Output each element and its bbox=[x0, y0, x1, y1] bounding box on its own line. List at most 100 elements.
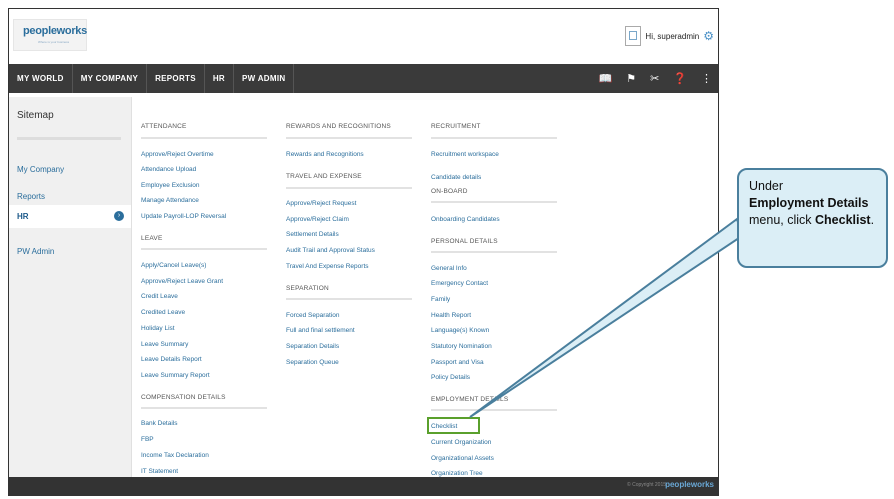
company-logo[interactable]: peopleworks Where is your business bbox=[13, 19, 87, 51]
link-health-report[interactable]: Health Report bbox=[431, 312, 471, 319]
link-apply-cancel-leave[interactable]: Apply/Cancel Leave(s) bbox=[141, 262, 206, 269]
flag-icon[interactable]: ⚑ bbox=[626, 72, 636, 85]
link-passport-and-visa[interactable]: Passport and Visa bbox=[431, 359, 484, 366]
divider bbox=[431, 137, 557, 139]
link-credit-leave[interactable]: Credit Leave bbox=[141, 293, 178, 300]
section-head-rewards: REWARDS AND RECOGNITIONS bbox=[286, 123, 391, 130]
divider bbox=[431, 409, 557, 411]
sidebar-divider bbox=[17, 137, 121, 140]
link-separation-details[interactable]: Separation Details bbox=[286, 343, 339, 350]
link-general-info[interactable]: General Info bbox=[431, 265, 467, 272]
link-current-organization[interactable]: Current Organization bbox=[431, 439, 491, 446]
link-family[interactable]: Family bbox=[431, 296, 450, 303]
sidebar-item-label: HR bbox=[17, 212, 29, 221]
divider bbox=[141, 137, 267, 139]
footer-logo: peopleworks bbox=[665, 480, 714, 489]
link-fbp[interactable]: FBP bbox=[141, 436, 154, 443]
section-head-attendance: ATTENDANCE bbox=[141, 123, 187, 130]
link-holiday-list[interactable]: Holiday List bbox=[141, 325, 175, 332]
divider bbox=[286, 187, 412, 189]
link-rewards-and-recognitions[interactable]: Rewards and Recognitions bbox=[286, 151, 364, 158]
link-separation-queue[interactable]: Separation Queue bbox=[286, 359, 339, 366]
sitemap-sidebar: Sitemap My Company Reports HR › PW Admin bbox=[9, 97, 132, 495]
nav-reports[interactable]: REPORTS bbox=[147, 64, 205, 93]
section-head-separation: SEPARATION bbox=[286, 285, 329, 292]
link-bank-details[interactable]: Bank Details bbox=[141, 420, 178, 427]
link-languages-known[interactable]: Language(s) Known bbox=[431, 327, 489, 334]
sidebar-item-pw-admin[interactable]: PW Admin bbox=[17, 247, 54, 256]
divider bbox=[141, 248, 267, 250]
link-manage-attendance[interactable]: Manage Attendance bbox=[141, 197, 199, 204]
callout-bold-1: Employment Details bbox=[749, 196, 869, 210]
callout-bold-2: Checklist bbox=[815, 213, 871, 227]
link-recruitment-workspace[interactable]: Recruitment workspace bbox=[431, 151, 499, 158]
app-window: peopleworks Where is your business Hi, s… bbox=[8, 8, 719, 496]
section-head-personal: PERSONAL DETAILS bbox=[431, 238, 498, 245]
divider bbox=[141, 407, 267, 409]
link-employee-exclusion[interactable]: Employee Exclusion bbox=[141, 182, 200, 189]
link-travel-expense-reports[interactable]: Travel And Expense Reports bbox=[286, 263, 369, 270]
copyright: © Copyright 2015 bbox=[627, 482, 666, 488]
sidebar-item-hr[interactable]: HR › bbox=[9, 205, 131, 228]
link-settlement-details[interactable]: Settlement Details bbox=[286, 231, 339, 238]
link-audit-trail[interactable]: Audit Trail and Approval Status bbox=[286, 247, 375, 254]
checklist-highlight bbox=[427, 417, 480, 434]
link-leave-summary-report[interactable]: Leave Summary Report bbox=[141, 372, 210, 379]
link-statutory-nomination[interactable]: Statutory Nomination bbox=[431, 343, 492, 350]
callout-text-1: Under bbox=[749, 179, 784, 193]
link-leave-details-report[interactable]: Leave Details Report bbox=[141, 356, 202, 363]
link-approve-reject-overtime[interactable]: Approve/Reject Overtime bbox=[141, 151, 214, 158]
footer: © Copyright 2015 peopleworks bbox=[9, 477, 718, 495]
link-emergency-contact[interactable]: Emergency Contact bbox=[431, 280, 488, 287]
section-head-travel: TRAVEL AND EXPENSE bbox=[286, 173, 362, 180]
chevron-right-icon: › bbox=[114, 211, 124, 221]
section-head-employment: EMPLOYMENT DETAILS bbox=[431, 396, 509, 403]
book-icon[interactable]: 📖 bbox=[599, 72, 613, 85]
sidebar-title: Sitemap bbox=[17, 110, 54, 121]
section-head-leave: LEAVE bbox=[141, 235, 163, 242]
main-nav: MY WORLD MY COMPANY REPORTS HR PW ADMIN … bbox=[9, 64, 718, 93]
callout-text-2: menu, click bbox=[749, 213, 812, 227]
link-organizational-assets[interactable]: Organizational Assets bbox=[431, 455, 494, 462]
avatar[interactable] bbox=[625, 26, 642, 46]
help-icon[interactable]: ❓ bbox=[673, 72, 687, 85]
nav-icons: 📖 ⚑ ✂ ❓ ⋮ bbox=[599, 64, 713, 93]
logo-text: peopleworks bbox=[23, 25, 87, 37]
divider bbox=[431, 251, 557, 253]
nav-pw-admin[interactable]: PW ADMIN bbox=[234, 64, 295, 93]
link-credited-leave[interactable]: Credited Leave bbox=[141, 309, 185, 316]
section-head-recruitment: RECRUITMENT bbox=[431, 123, 481, 130]
top-header: peopleworks Where is your business Hi, s… bbox=[9, 9, 718, 65]
link-leave-summary[interactable]: Leave Summary bbox=[141, 341, 188, 348]
link-approve-reject-request[interactable]: Approve/Reject Request bbox=[286, 200, 356, 207]
link-attendance-upload[interactable]: Attendance Upload bbox=[141, 166, 196, 173]
link-candidate-details[interactable]: Candidate details bbox=[431, 174, 481, 181]
nav-my-world[interactable]: MY WORLD bbox=[9, 64, 73, 93]
gear-icon[interactable]: ⚙ bbox=[703, 29, 714, 43]
nav-my-company[interactable]: MY COMPANY bbox=[73, 64, 148, 93]
link-approve-leave-grant[interactable]: Approve/Reject Leave Grant bbox=[141, 278, 223, 285]
link-organization-tree[interactable]: Organization Tree bbox=[431, 470, 483, 477]
link-policy-details[interactable]: Policy Details bbox=[431, 374, 470, 381]
sidebar-item-my-company[interactable]: My Company bbox=[17, 165, 64, 174]
link-income-tax-declaration[interactable]: Income Tax Declaration bbox=[141, 452, 209, 459]
link-full-final-settlement[interactable]: Full and final settlement bbox=[286, 327, 355, 334]
instruction-callout: Under Employment Details menu, click Che… bbox=[737, 168, 888, 268]
divider bbox=[286, 137, 412, 139]
greeting: Hi, superadmin bbox=[645, 31, 700, 41]
link-forced-separation[interactable]: Forced Separation bbox=[286, 312, 339, 319]
divider bbox=[286, 298, 412, 300]
nav-hr[interactable]: HR bbox=[205, 64, 235, 93]
user-area: Hi, superadmin ⚙ bbox=[625, 25, 714, 47]
tools-icon[interactable]: ✂ bbox=[650, 72, 659, 85]
divider bbox=[431, 201, 557, 203]
callout-text-3: . bbox=[870, 213, 875, 227]
link-approve-reject-claim[interactable]: Approve/Reject Claim bbox=[286, 216, 349, 223]
link-it-statement[interactable]: IT Statement bbox=[141, 468, 178, 475]
link-update-payroll-lop[interactable]: Update Payroll-LOP Reversal bbox=[141, 213, 226, 220]
section-head-compensation: COMPENSATION DETAILS bbox=[141, 394, 226, 401]
link-onboarding-candidates[interactable]: Onboarding Candidates bbox=[431, 216, 500, 223]
section-head-onboard: ON-BOARD bbox=[431, 188, 468, 195]
sidebar-item-reports[interactable]: Reports bbox=[17, 192, 45, 201]
share-icon[interactable]: ⋮ bbox=[701, 72, 712, 85]
